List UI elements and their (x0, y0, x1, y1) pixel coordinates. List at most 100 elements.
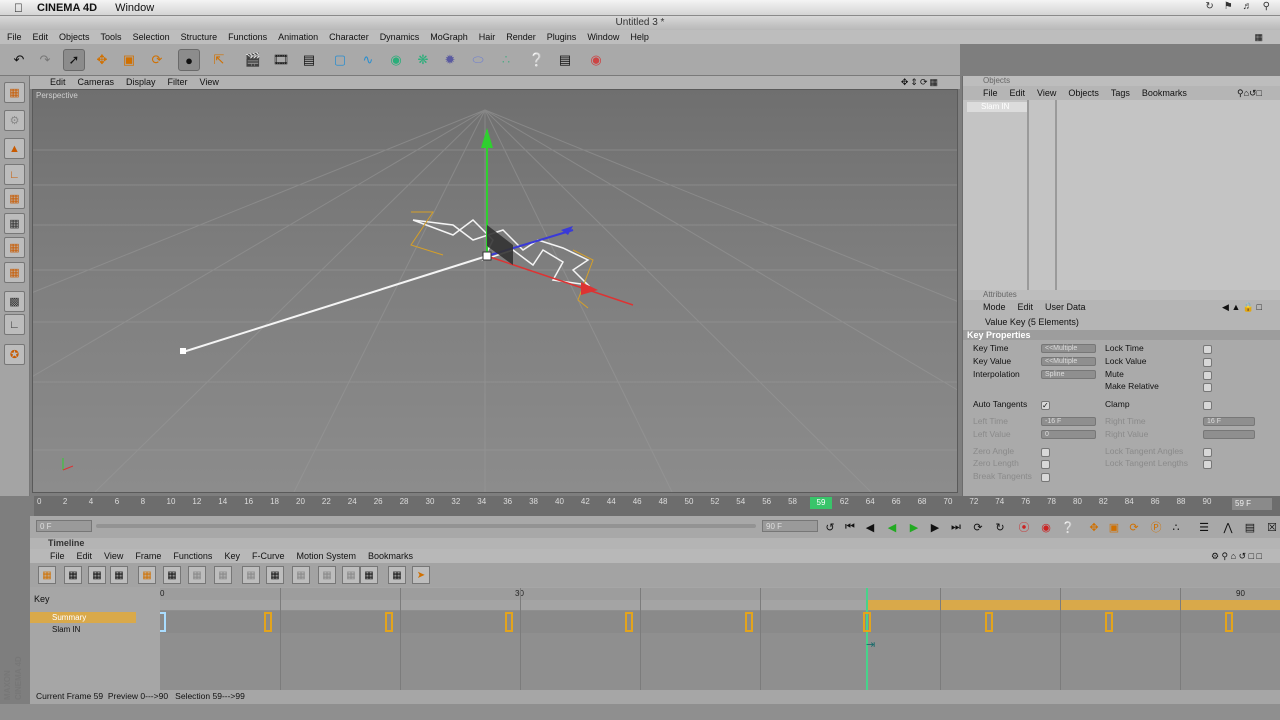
lock-value-checkbox[interactable] (1203, 358, 1212, 367)
tl-spline-icon[interactable]: ▦ (292, 566, 310, 584)
menu-plugins[interactable]: Plugins (547, 30, 577, 44)
play-icon[interactable]: ▶ (906, 519, 922, 535)
left-time-field[interactable]: -16 F (1041, 417, 1096, 426)
viewport-menu-cameras[interactable]: Cameras (78, 76, 115, 89)
redo-icon[interactable]: ↷ (34, 49, 56, 71)
play-backwards-icon[interactable]: ◀ (884, 519, 900, 535)
attributes-menu-mode[interactable]: Mode (983, 300, 1006, 314)
scale-key-icon[interactable]: ▣ (1106, 519, 1122, 535)
tl-key-mode-icon[interactable]: ▦ (38, 566, 56, 584)
track-summary[interactable]: Summary (30, 612, 136, 623)
keyframe[interactable] (985, 612, 993, 632)
keyframe[interactable] (1105, 612, 1113, 632)
go-to-end-icon[interactable]: ⏭ (948, 519, 964, 535)
viewport-menu-display[interactable]: Display (126, 76, 156, 89)
attributes-menu-user-data[interactable]: User Data (1045, 300, 1086, 314)
menu-window[interactable]: Window (587, 30, 619, 44)
viewport-menu-view[interactable]: View (200, 76, 219, 89)
timeline-nav-icons[interactable]: ⚙ ⚲ ⌂ ↺ □ □ (1211, 549, 1262, 563)
axis-lock-icon[interactable]: ● (178, 49, 200, 71)
workplane-icon[interactable]: ▦ (4, 237, 25, 258)
point-level-icon[interactable]: ∴ (1168, 519, 1184, 535)
timeline-menu-fcurve[interactable]: F-Curve (252, 549, 285, 563)
app-name[interactable]: CINEMA 4D (37, 2, 97, 14)
frame-ruler[interactable]: 0 2 4 6 8 10 12 14 16 18 20 22 24 26 28 30 32 34 36 38 40 42 4… (34, 496, 1280, 516)
render-picture-viewer-icon[interactable]: 🎞 (270, 49, 292, 71)
object-mode-icon[interactable]: ⚙ (4, 110, 25, 131)
previous-key-icon[interactable]: ◀ (862, 519, 878, 535)
make-relative-checkbox[interactable] (1203, 383, 1212, 392)
tl-break-icon[interactable]: ▦ (360, 566, 378, 584)
time-machine-icon[interactable]: ↻ (1205, 1, 1213, 12)
checker-icon[interactable]: ▩ (4, 291, 25, 312)
lock-tangent-angles-checkbox[interactable] (1203, 448, 1212, 457)
particle-icon[interactable]: ∴ (495, 49, 517, 71)
tweak-icon[interactable]: ∟ (4, 314, 25, 335)
objects-menu-tags[interactable]: Tags (1111, 86, 1130, 100)
render-settings-icon[interactable]: ▤ (298, 49, 320, 71)
break-tangents-checkbox[interactable] (1041, 473, 1050, 482)
preview-range-slider[interactable] (96, 524, 756, 528)
viewport-menu-edit[interactable]: Edit (50, 76, 66, 89)
tl-flatten-icon[interactable]: ▦ (318, 566, 336, 584)
keyframe[interactable] (1225, 612, 1233, 632)
move-icon[interactable]: ✥ (91, 49, 113, 71)
tl-delete-icon[interactable]: ▦ (163, 566, 181, 584)
tl-lock-icon[interactable]: ▦ (388, 566, 406, 584)
menu-dynamics[interactable]: Dynamics (380, 30, 420, 44)
start-frame-field[interactable]: 0 F (36, 520, 92, 532)
timeline-menu-functions[interactable]: Functions (173, 549, 212, 563)
close-icon[interactable]: ☒ (1264, 519, 1280, 535)
objects-menu-objects[interactable]: Objects (1068, 86, 1099, 100)
flag-icon[interactable]: ⚑ (1224, 1, 1233, 12)
edges-mode-icon[interactable]: ∟ (4, 164, 25, 185)
keyframe[interactable] (625, 612, 633, 632)
lock-time-checkbox[interactable] (1203, 345, 1212, 354)
sculpt-icon[interactable]: ✪ (4, 344, 25, 365)
mac-window-menu[interactable]: Window (115, 2, 154, 14)
animation-mode-icon[interactable]: ▦ (4, 262, 25, 283)
tl-linear-icon[interactable]: ▦ (188, 566, 206, 584)
mute-checkbox[interactable] (1203, 371, 1212, 380)
apple-icon[interactable]:  (14, 1, 23, 15)
menu-functions[interactable]: Functions (228, 30, 267, 44)
rotation-key-icon[interactable]: ⟳ (1126, 519, 1142, 535)
tl-frame-all-icon[interactable]: ▦ (88, 566, 106, 584)
attributes-nav-icons[interactable]: ◀ ▲ 🔒 □ (1222, 300, 1262, 314)
objects-menu-bookmarks[interactable]: Bookmarks (1142, 86, 1187, 100)
spline-icon[interactable]: ∿ (357, 49, 379, 71)
timeline-menu-edit[interactable]: Edit (77, 549, 93, 563)
tl-step-icon[interactable]: ▦ (214, 566, 232, 584)
light-icon[interactable]: ▤ (554, 49, 576, 71)
menu-render[interactable]: Render (506, 30, 536, 44)
spotlight-icon[interactable]: ⚲ (1263, 1, 1270, 12)
live-selection-icon[interactable]: ➚ (63, 49, 85, 71)
right-value-field[interactable] (1203, 430, 1255, 439)
timeline-menu-key[interactable]: Key (224, 549, 240, 563)
tl-ease-in-icon[interactable]: ▦ (242, 566, 260, 584)
timeline-menu-bookmarks[interactable]: Bookmarks (368, 549, 413, 563)
scale-icon[interactable]: ▣ (118, 49, 140, 71)
camera-icon[interactable]: ❔ (526, 49, 548, 71)
scene-icon[interactable]: ⬭ (467, 49, 489, 71)
deformer-icon[interactable]: ✹ (439, 49, 461, 71)
timeline-open-icon[interactable]: ⋀ (1220, 519, 1236, 535)
timeline-menu-frame[interactable]: Frame (135, 549, 161, 563)
selection-range[interactable] (866, 600, 1280, 610)
viewport[interactable]: Perspective (32, 89, 958, 493)
loop-icon[interactable]: ↺ (822, 519, 838, 535)
autokey-icon[interactable]: ◉ (1038, 519, 1054, 535)
keyframe[interactable] (745, 612, 753, 632)
tl-record-icon[interactable]: ▦ (138, 566, 156, 584)
right-time-field[interactable]: 16 F (1203, 417, 1255, 426)
current-frame-marker[interactable]: 59 (810, 497, 832, 509)
tl-frame-selected-icon[interactable]: ▦ (110, 566, 128, 584)
tl-motion-icon[interactable]: ➤ (412, 566, 430, 584)
menu-tools[interactable]: Tools (101, 30, 122, 44)
go-to-start-icon[interactable]: ⏮ (842, 519, 858, 535)
keyframe[interactable] (264, 612, 272, 632)
menu-character[interactable]: Character (329, 30, 369, 44)
menu-objects[interactable]: Objects (59, 30, 90, 44)
auto-tangents-checkbox[interactable]: ✓ (1041, 401, 1050, 410)
timeline-menu-view[interactable]: View (104, 549, 123, 563)
